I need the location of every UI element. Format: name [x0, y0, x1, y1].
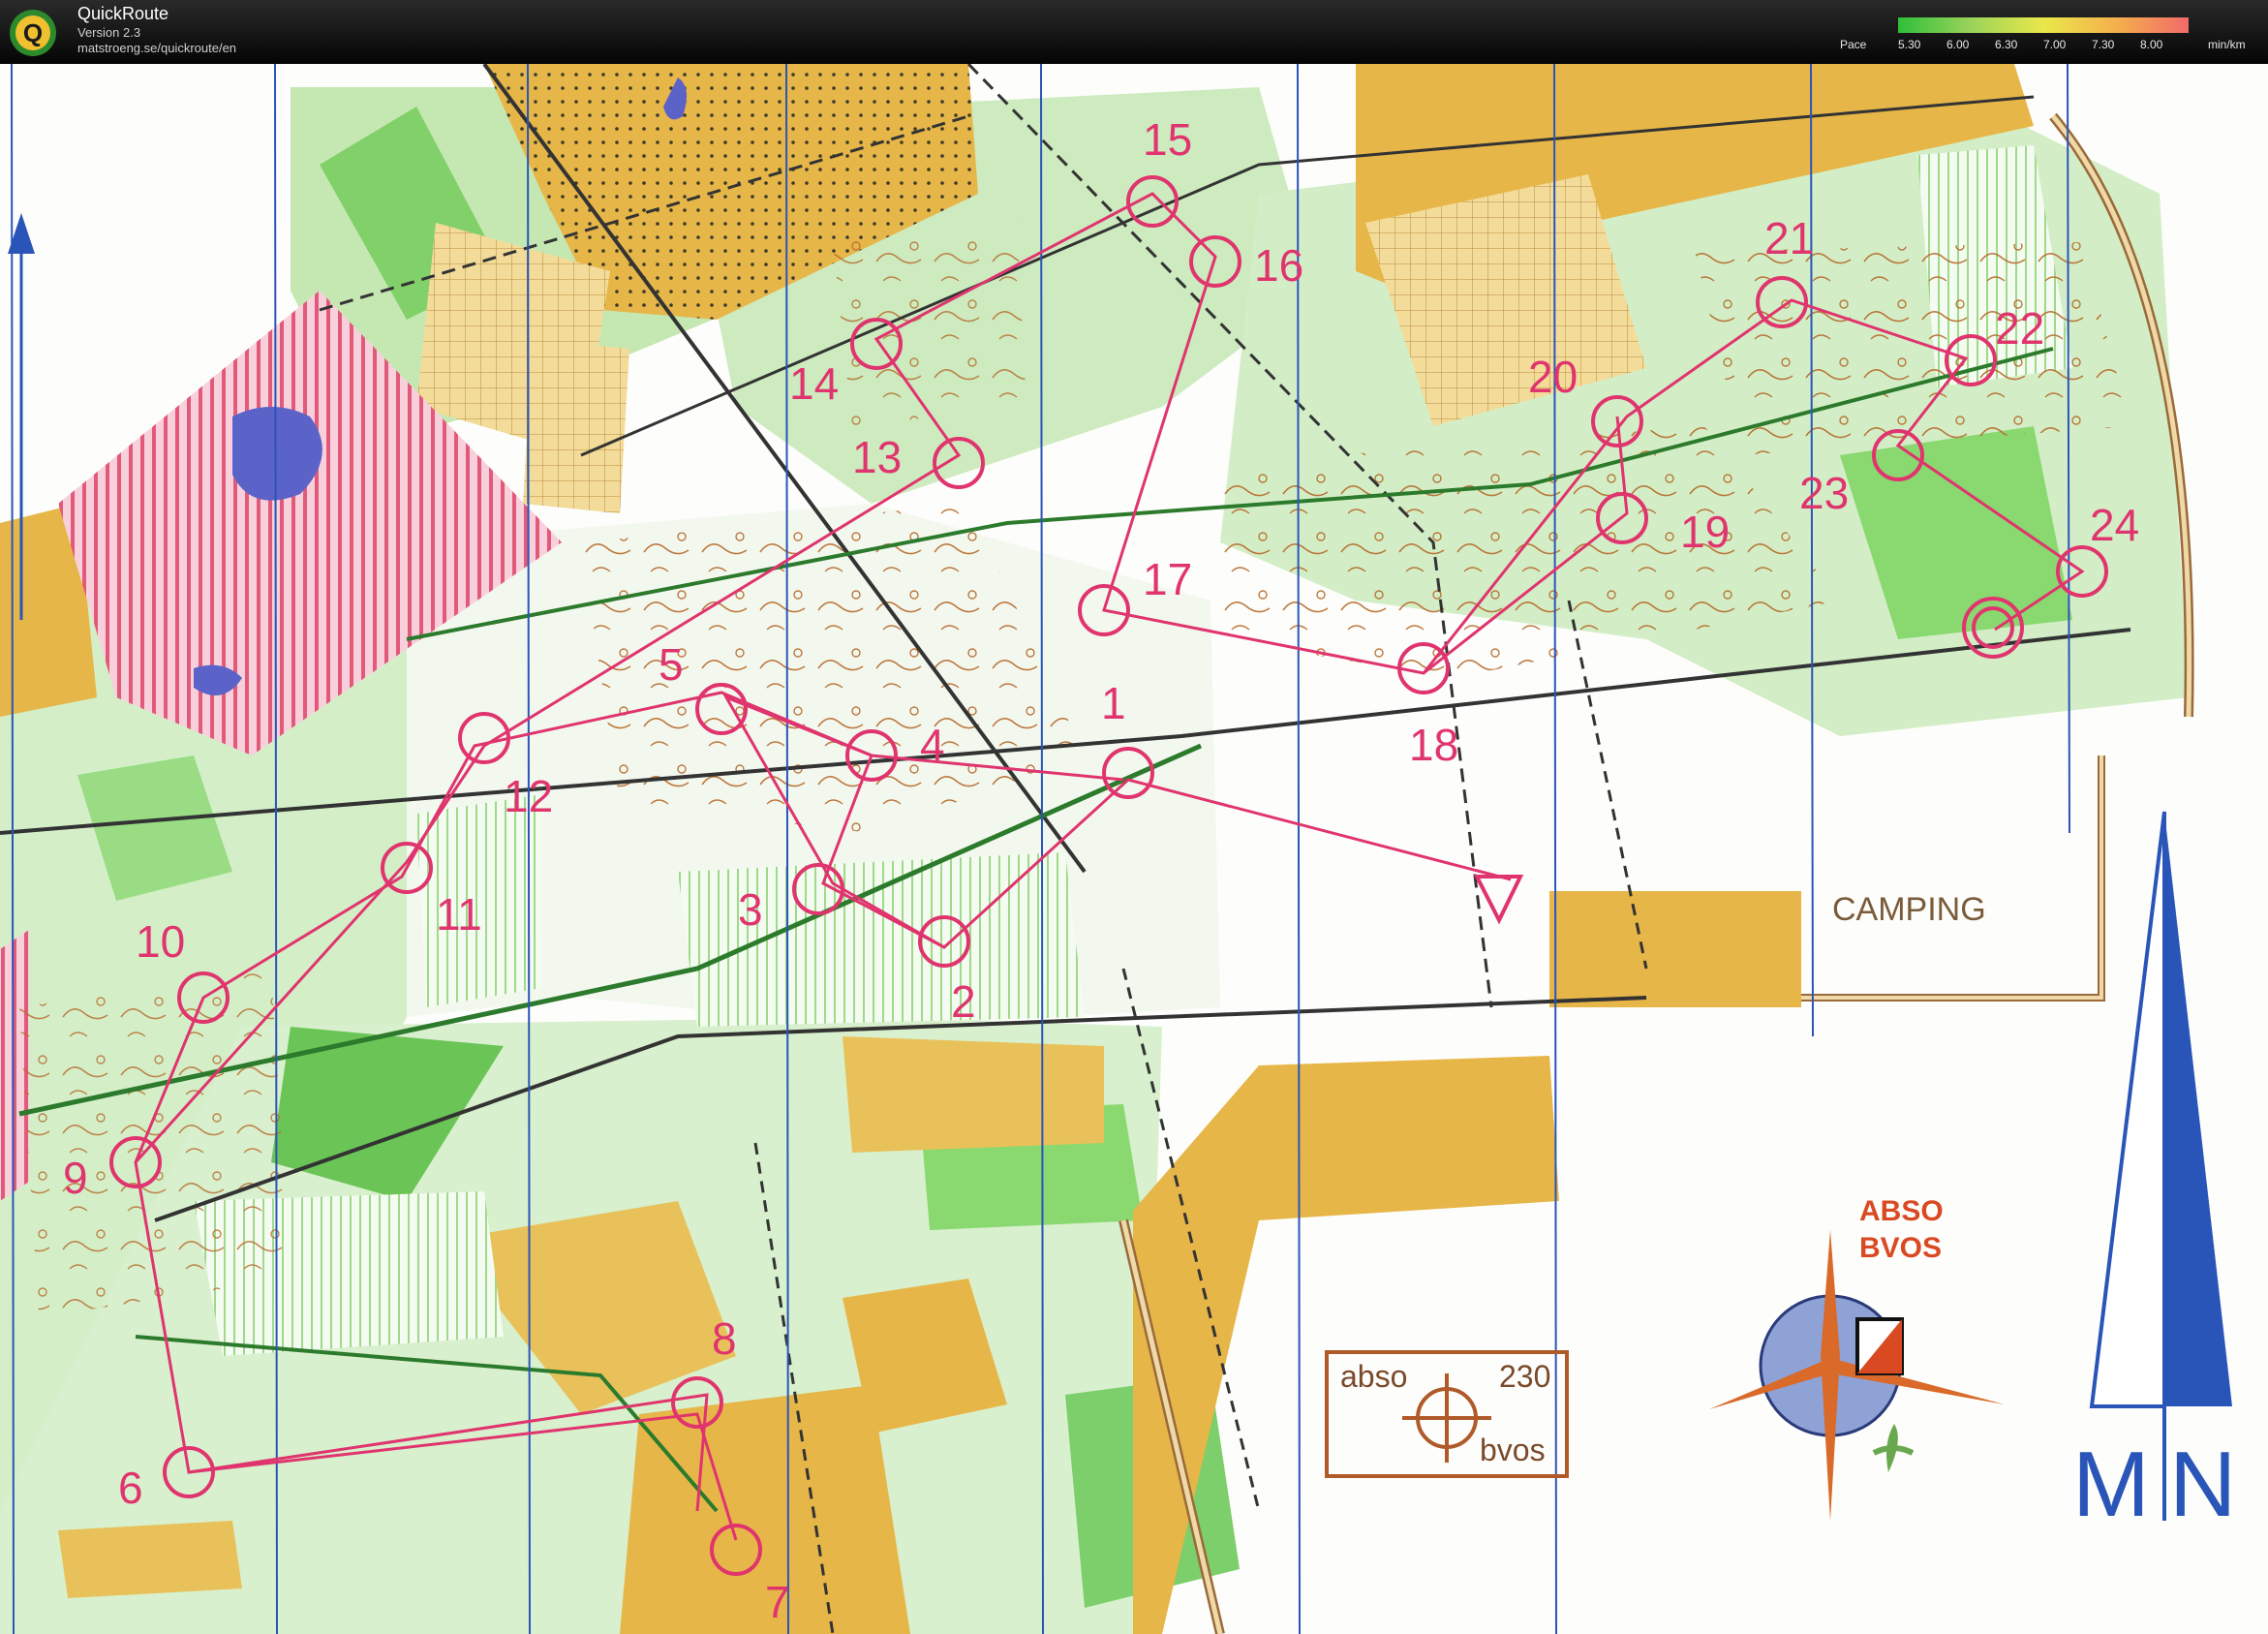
control-label: 18 — [1409, 720, 1458, 770]
pace-tick: 7.00 — [2043, 38, 2067, 51]
pace-color-bar — [1898, 17, 2189, 33]
control-label: 21 — [1764, 213, 1814, 263]
club-logo-line2: BVOS — [1859, 1232, 1942, 1264]
control-label: 24 — [2090, 500, 2139, 550]
control-label: 15 — [1143, 114, 1192, 165]
control-label: 2 — [951, 976, 976, 1027]
pace-tick: 5.30 — [1898, 38, 1921, 51]
pace-unit: min/km — [2208, 38, 2246, 51]
control-label: 16 — [1254, 240, 1303, 291]
pace-tick: 7.30 — [2092, 38, 2115, 51]
control-label: 8 — [712, 1313, 737, 1364]
control-label: 17 — [1143, 554, 1192, 604]
title-bar: Q QuickRoute Version 2.3 matstroeng.se/q… — [0, 0, 2268, 64]
terrain-layer — [0, 64, 2268, 1634]
app-name: QuickRoute — [77, 4, 169, 23]
control-label: 1 — [1101, 678, 1126, 728]
info-box-right: 230 — [1499, 1359, 1550, 1394]
pace-scale-legend: Pace 5.30 6.00 6.30 7.00 7.30 8.00 min/k… — [1840, 17, 2266, 56]
control-label: 14 — [789, 358, 839, 409]
control-label: 12 — [504, 771, 553, 821]
control-label: 19 — [1680, 507, 1730, 557]
club-logo-line1: ABSO — [1859, 1195, 1944, 1227]
control-label: 22 — [1995, 303, 2044, 354]
quickroute-window: Q QuickRoute Version 2.3 matstroeng.se/q… — [0, 0, 2268, 1634]
north-arrow-left-letter: M — [2072, 1433, 2150, 1536]
info-box-left: abso — [1340, 1359, 1407, 1394]
app-url[interactable]: matstroeng.se/quickroute/en — [77, 41, 236, 55]
orienteering-map[interactable]: 1 2 3 4 5 6 7 8 9 10 11 12 13 14 15 16 1… — [0, 64, 2268, 1634]
control-label: 5 — [659, 639, 684, 690]
map-canvas: 1 2 3 4 5 6 7 8 9 10 11 12 13 14 15 16 1… — [0, 64, 2268, 1634]
logo-letter: Q — [23, 18, 43, 47]
control-label: 9 — [63, 1153, 88, 1203]
control-label: 10 — [136, 916, 185, 967]
control-label: 4 — [920, 720, 945, 770]
control-label: 20 — [1528, 352, 1578, 402]
pace-tick: 8.00 — [2140, 38, 2163, 51]
pace-label: Pace — [1840, 38, 1867, 51]
control-label: 6 — [118, 1463, 143, 1513]
control-label: 3 — [738, 884, 763, 935]
control-label: 23 — [1799, 468, 1849, 518]
north-arrow-right-letter: N — [2169, 1433, 2236, 1536]
control-label: 11 — [436, 889, 482, 940]
quickroute-logo-icon: Q — [10, 10, 56, 56]
camping-label: CAMPING — [1832, 891, 1986, 928]
control-label: 13 — [852, 432, 902, 482]
pace-tick: 6.30 — [1995, 38, 2018, 51]
app-version: Version 2.3 — [77, 25, 141, 40]
control-label: 7 — [765, 1577, 790, 1627]
info-box-bottom: bvos — [1480, 1433, 1546, 1467]
pace-tick: 6.00 — [1946, 38, 1970, 51]
